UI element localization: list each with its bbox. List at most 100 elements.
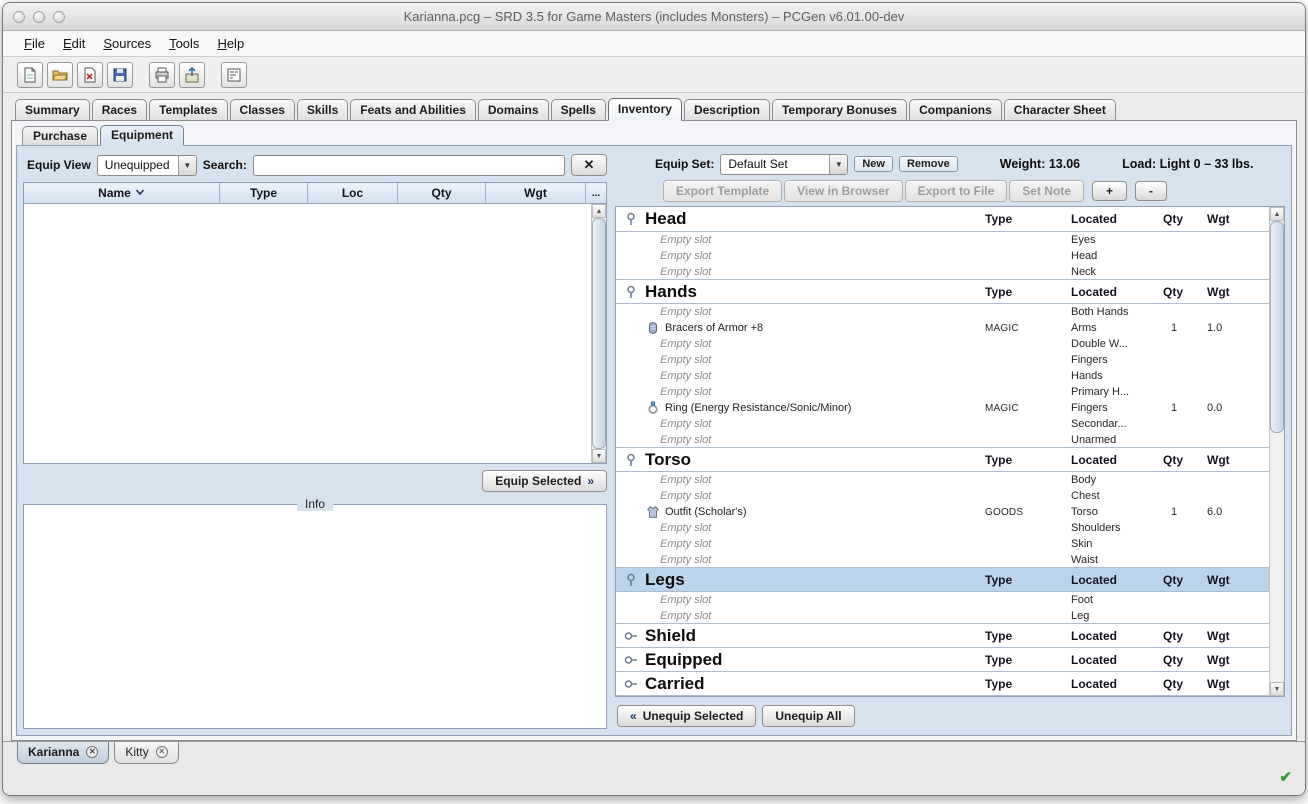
tab-spells[interactable]: Spells <box>550 99 606 121</box>
expanded-icon[interactable] <box>624 573 638 587</box>
column-header-qty[interactable]: Qty <box>398 183 486 203</box>
item-row[interactable]: Bracers of Armor +8 MAGIC Arms 1 1.0 <box>616 320 1269 336</box>
empty-slot-row[interactable]: Empty slot Waist <box>616 552 1269 568</box>
empty-slot-row[interactable]: Empty slot Foot <box>616 592 1269 608</box>
chevron-down-icon[interactable]: ▼ <box>829 154 848 174</box>
column-header-type[interactable]: Type <box>220 183 308 203</box>
new-file-button[interactable] <box>17 61 43 88</box>
equip-set-select[interactable]: Default Set ▼ <box>720 153 849 175</box>
open-file-button[interactable] <box>47 61 73 88</box>
expanded-icon[interactable] <box>624 285 638 299</box>
expanded-icon[interactable] <box>624 212 638 226</box>
tab-skills[interactable]: Skills <box>296 99 349 121</box>
scroll-thumb[interactable] <box>592 218 606 449</box>
preferences-button[interactable] <box>221 61 247 88</box>
menu-edit[interactable]: Edit <box>54 33 94 54</box>
search-input[interactable] <box>252 154 565 176</box>
close-window-button[interactable] <box>13 10 25 23</box>
collapsed-icon[interactable] <box>624 677 638 691</box>
empty-slot-row[interactable]: Empty slot Shoulders <box>616 520 1269 536</box>
section-equipped[interactable]: Equipped Type Located Qty Wgt <box>616 647 1269 672</box>
menu-sources[interactable]: Sources <box>94 33 160 54</box>
empty-slot-row[interactable]: Empty slot Neck <box>616 264 1269 280</box>
expanded-icon[interactable] <box>624 453 638 467</box>
equip-view-select[interactable]: Unequipped ▼ <box>96 154 197 176</box>
export-to-file-button[interactable]: Export to File <box>904 180 1008 202</box>
empty-slot-row[interactable]: Empty slot Chest <box>616 488 1269 504</box>
section-head[interactable]: Head Type Located Qty Wgt <box>616 207 1269 232</box>
remove-equip-set-button[interactable]: Remove <box>898 156 958 172</box>
collapsed-icon[interactable] <box>624 653 638 667</box>
clear-search-button[interactable]: ✕ <box>571 154 607 176</box>
empty-slot-row[interactable]: Empty slot Body <box>616 472 1269 488</box>
section-torso[interactable]: Torso Type Located Qty Wgt <box>616 447 1269 472</box>
item-row[interactable]: Outfit (Scholar's) GOODS Torso 1 6.0 <box>616 504 1269 520</box>
empty-slot-row[interactable]: Empty slot Both Hands <box>616 304 1269 320</box>
tab-classes[interactable]: Classes <box>229 99 295 121</box>
close-tab-icon[interactable]: ✕ <box>155 746 168 758</box>
remove-equip-set-button[interactable]: - <box>1135 181 1167 201</box>
title-bar[interactable]: Karianna.pcg – SRD 3.5 for Game Masters … <box>3 3 1305 31</box>
equip-selected-button[interactable]: Equip Selected » <box>482 470 607 492</box>
tab-inventory[interactable]: Inventory <box>607 98 682 121</box>
character-tab-kitty[interactable]: Kitty ✕ <box>114 742 179 764</box>
menu-tools[interactable]: Tools <box>160 33 208 54</box>
empty-slot-row[interactable]: Empty slot Eyes <box>616 232 1269 248</box>
empty-slot-row[interactable]: Empty slot Fingers <box>616 352 1269 368</box>
close-file-button[interactable] <box>77 61 103 88</box>
section-carried[interactable]: Carried Type Located Qty Wgt <box>616 671 1269 696</box>
scroll-track[interactable] <box>1270 221 1284 682</box>
subtab-purchase[interactable]: Purchase <box>22 126 99 146</box>
new-equip-set-button[interactable]: New <box>854 156 893 172</box>
add-equip-set-button[interactable]: + <box>1091 181 1127 201</box>
empty-slot-row[interactable]: Empty slot Head <box>616 248 1269 264</box>
tab-domains[interactable]: Domains <box>477 99 549 121</box>
zoom-window-button[interactable] <box>53 10 65 23</box>
column-header-loc[interactable]: Loc <box>308 183 398 203</box>
empty-slot-row[interactable]: Empty slot Primary H... <box>616 384 1269 400</box>
empty-slot-row[interactable]: Empty slot Hands <box>616 368 1269 384</box>
menu-help[interactable]: Help <box>208 33 253 54</box>
tab-races[interactable]: Races <box>91 99 148 121</box>
tab-character-sheet[interactable]: Character Sheet <box>1003 99 1116 121</box>
empty-slot-row[interactable]: Empty slot Secondar... <box>616 416 1269 432</box>
minimize-window-button[interactable] <box>33 10 45 23</box>
view-in-browser-button[interactable]: View in Browser <box>784 180 903 202</box>
character-tab-karianna[interactable]: Karianna ✕ <box>17 742 110 764</box>
set-note-button[interactable]: Set Note <box>1009 180 1084 202</box>
empty-slot-row[interactable]: Empty slot Skin <box>616 536 1269 552</box>
close-tab-icon[interactable]: ✕ <box>86 746 99 758</box>
unequipped-scrollbar[interactable]: ▲ ▼ <box>591 204 606 463</box>
empty-slot-row[interactable]: Empty slot Double W... <box>616 336 1269 352</box>
tab-templates[interactable]: Templates <box>149 99 228 121</box>
section-shield[interactable]: Shield Type Located Qty Wgt <box>616 623 1269 648</box>
scroll-up-icon[interactable]: ▲ <box>592 204 606 218</box>
column-header-wgt[interactable]: Wgt <box>486 183 586 203</box>
subtab-equipment[interactable]: Equipment <box>100 125 185 146</box>
item-row[interactable]: Ring (Energy Resistance/Sonic/Minor) MAGI… <box>616 400 1269 416</box>
print-button[interactable] <box>149 61 175 88</box>
menu-file[interactable]: File <box>15 33 54 54</box>
unequipped-table-empty-area[interactable] <box>24 204 591 463</box>
equip-set-scrollbar[interactable]: ▲ ▼ <box>1269 207 1284 696</box>
scroll-thumb[interactable] <box>1270 221 1284 434</box>
unequip-selected-button[interactable]: « Unequip Selected <box>617 704 757 727</box>
column-header-name[interactable]: Name <box>24 183 220 203</box>
chevron-down-icon[interactable]: ▼ <box>177 155 196 175</box>
unequipped-table-body[interactable]: ▲ ▼ <box>24 204 606 463</box>
save-file-button[interactable] <box>107 61 133 88</box>
scroll-track[interactable] <box>592 218 606 449</box>
column-options-button[interactable]: ... <box>586 183 606 203</box>
section-legs[interactable]: Legs Type Located Qty Wgt <box>616 567 1269 592</box>
empty-slot-row[interactable]: Empty slot Unarmed <box>616 432 1269 448</box>
tab-temporary-bonuses[interactable]: Temporary Bonuses <box>771 99 908 121</box>
unequip-all-button[interactable]: Unequip All <box>762 704 855 727</box>
export-template-button[interactable]: Export Template <box>663 180 783 202</box>
empty-slot-row[interactable]: Empty slot Leg <box>616 608 1269 624</box>
tab-companions[interactable]: Companions <box>909 99 1002 121</box>
tab-summary[interactable]: Summary <box>15 99 90 121</box>
export-button[interactable] <box>179 61 205 88</box>
section-hands[interactable]: Hands Type Located Qty Wgt <box>616 279 1269 304</box>
tab-feats-and-abilities[interactable]: Feats and Abilities <box>350 99 476 121</box>
tab-description[interactable]: Description <box>683 99 770 121</box>
